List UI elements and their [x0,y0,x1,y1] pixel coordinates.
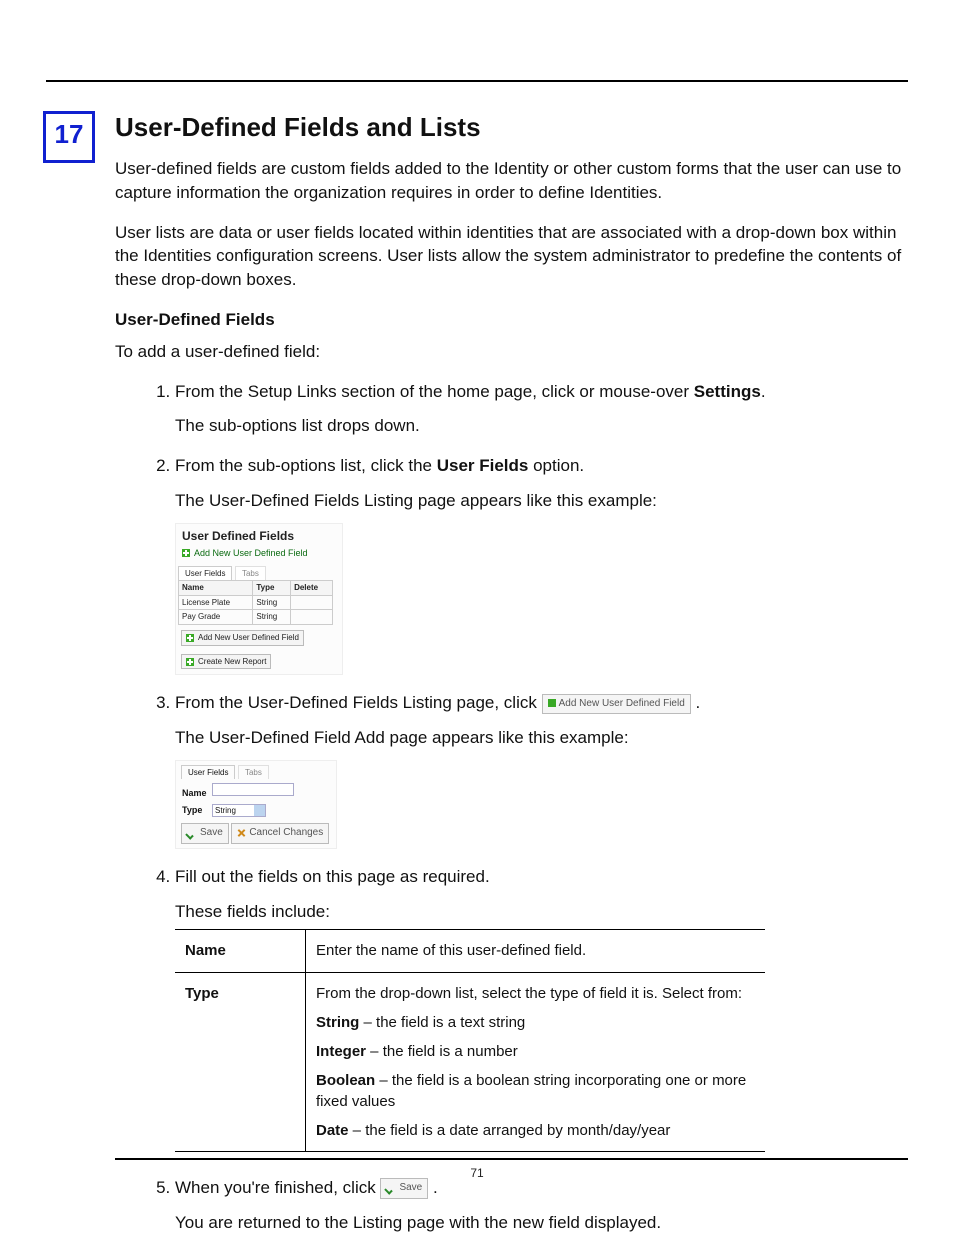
field-definitions-table: Name Enter the name of this user-defined… [175,929,765,1152]
step-5-text: When you're finished, click [175,1178,380,1197]
step-2: From the sub-options list, click the Use… [175,454,908,675]
fig1-add-link: Add New User Defined Field [178,546,340,561]
fig1-table: NameTypeDelete License PlateString Pay G… [178,580,333,625]
step-3-text: From the User-Defined Fields Listing pag… [175,693,542,712]
step-5: When you're finished, click Save . You a… [175,1176,908,1234]
step-3-result: The User-Defined Field Add page appears … [175,726,908,750]
step-1-result: The sub-options list drops down. [175,414,908,438]
step-3: From the User-Defined Fields Listing pag… [175,691,908,849]
fig1-footer-report: Create New Report [181,654,271,670]
fig2-type-select: String [212,804,266,817]
step-4-text: Fill out the fields on this page as requ… [175,867,490,886]
step-1: From the Setup Links section of the home… [175,380,908,438]
step-2-result: The User-Defined Fields Listing page app… [175,489,908,513]
step-5-result: You are returned to the Listing page wit… [175,1211,908,1235]
fig1-tab-userfields: User Fields [178,566,232,581]
user-fields-ref: User Fields [437,456,529,475]
fig1-tab-tabs: Tabs [235,566,266,581]
rule-bottom [115,1158,908,1160]
plus-icon [186,634,194,642]
intro-paragraph-2: User lists are data or user fields locat… [115,221,908,292]
check-icon [386,1184,396,1192]
fig2-cancel-button: Cancel Changes [231,823,329,844]
fig1-footer-add: Add New User Defined Field [181,630,304,646]
step-2-text: From the sub-options list, click the [175,456,437,475]
save-button: Save [380,1178,428,1199]
section-lead: To add a user-defined field: [115,340,908,364]
fig2-save-button: Save [181,823,229,844]
plus-icon [182,549,190,557]
add-page-screenshot: User Fields Tabs Name TypeString Save Ca… [175,760,337,849]
listing-page-screenshot: User Defined Fields Add New User Defined… [175,523,343,676]
procedure-list: From the Setup Links section of the home… [115,380,908,1235]
step-1-text: From the Setup Links section of the home… [175,382,694,401]
fig2-name-input [212,783,294,796]
page-number: 71 [0,1166,954,1180]
add-new-user-defined-field-button: Add New User Defined Field [542,694,691,715]
check-icon [187,829,197,837]
page-content: User-Defined Fields and Lists User-defin… [115,112,908,1251]
page-title: User-Defined Fields and Lists [115,112,908,143]
fig2-tab-userfields: User Fields [181,765,235,780]
plus-icon [186,658,194,666]
def-name-val: Enter the name of this user-defined fiel… [306,930,766,973]
rule-top [46,80,908,82]
step-4: Fill out the fields on this page as requ… [175,865,908,1152]
step-4-sub: These fields include: [175,900,908,924]
table-row: Pay GradeString [179,610,333,625]
close-icon [237,828,246,837]
def-name-key: Name [175,930,306,973]
table-row: License PlateString [179,595,333,610]
def-type-key: Type [175,973,306,1152]
fig2-tab-tabs: Tabs [238,765,269,780]
intro-paragraph-1: User-defined fields are custom fields ad… [115,157,908,205]
fig2-name-label: Name [182,788,212,798]
def-type-val: From the drop-down list, select the type… [306,973,766,1152]
section-heading: User-Defined Fields [115,310,908,330]
fig2-type-label: Type [182,805,212,815]
plus-icon [548,699,556,707]
fig1-title: User Defined Fields [178,526,340,546]
settings-ref: Settings [694,382,761,401]
chapter-number: 17 [43,111,95,163]
